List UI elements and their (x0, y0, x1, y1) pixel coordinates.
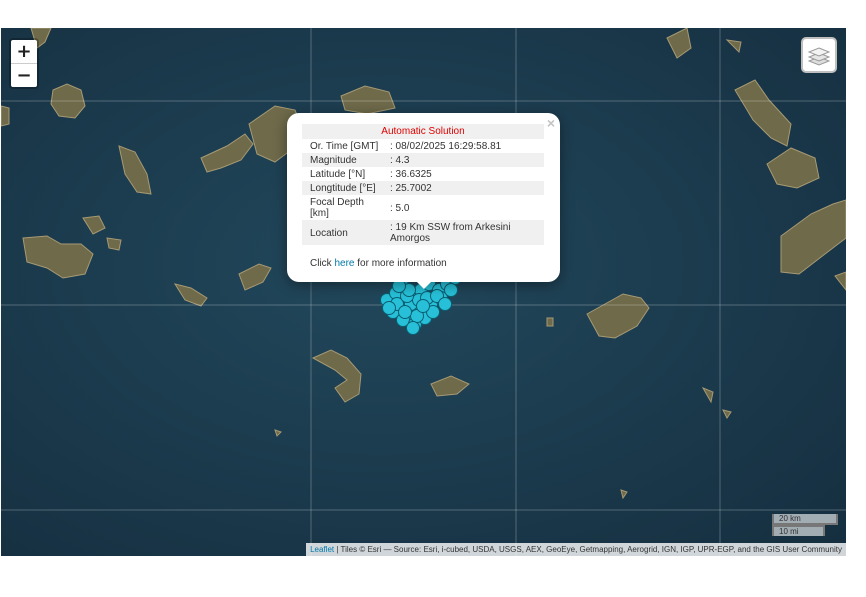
popup-title: Automatic Solution (302, 124, 544, 139)
row-key-origin-time: Or. Time [GMT] (310, 141, 379, 152)
row-value-latitude: : 36.6325 (390, 169, 432, 180)
row-key-magnitude: Magnitude (302, 153, 382, 167)
layers-button[interactable] (801, 37, 837, 73)
leaflet-link[interactable]: Leaflet (310, 545, 334, 554)
map-view[interactable]: + − × Automatic Solution Or. Time [GMT] … (1, 28, 846, 556)
island (546, 317, 554, 327)
earthquake-marker[interactable] (398, 305, 412, 319)
row-key-longitude: Longtitude [°E] (302, 181, 382, 195)
more-info-suffix: for more information (354, 258, 447, 269)
layers-icon (808, 47, 830, 66)
earthquake-marker[interactable] (382, 301, 396, 315)
island (1, 105, 10, 127)
row-value-focal-depth: : 5.0 (390, 202, 410, 214)
earthquake-marker[interactable] (438, 297, 452, 311)
attribution-text: | Tiles © Esri — Source: Esri, i-cubed, … (334, 545, 842, 554)
zoom-in-button[interactable]: + (11, 40, 37, 64)
earthquake-marker[interactable] (416, 299, 430, 313)
zoom-control: + − (9, 38, 39, 89)
row-value-longitude: : 25.7002 (382, 181, 544, 195)
earthquake-marker[interactable] (406, 321, 420, 335)
more-info-link[interactable]: here (334, 258, 354, 269)
more-info-prefix: Click (310, 258, 335, 269)
row-value-location: : 19 Km SSW from Arkesini Amorgos (382, 220, 544, 245)
row-key-latitude: Latitude [°N] (310, 169, 366, 180)
popup-tip (415, 280, 433, 289)
scale-imperial: 10 mi (772, 525, 825, 536)
event-details-table: Automatic Solution Or. Time [GMT] : 08/0… (302, 124, 544, 245)
popup-close-button[interactable]: × (547, 115, 555, 131)
zoom-out-button[interactable]: − (11, 64, 37, 87)
earthquake-popup: × Automatic Solution Or. Time [GMT] : 08… (287, 113, 560, 289)
more-info-line: Click here for more information (310, 258, 447, 269)
row-key-location: Location (302, 220, 382, 245)
earthquake-marker[interactable] (444, 283, 458, 297)
map-attribution: Leaflet | Tiles © Esri — Source: Esri, i… (306, 543, 846, 556)
satellite-basemap (1, 28, 846, 556)
row-key-focal-depth: Focal Depth [km] (310, 197, 364, 219)
row-value-origin-time: : 08/02/2025 16:29:58.81 (390, 141, 502, 152)
island (106, 237, 122, 251)
scale-metric: 20 km (772, 514, 838, 525)
row-value-magnitude: : 4.3 (382, 153, 544, 167)
